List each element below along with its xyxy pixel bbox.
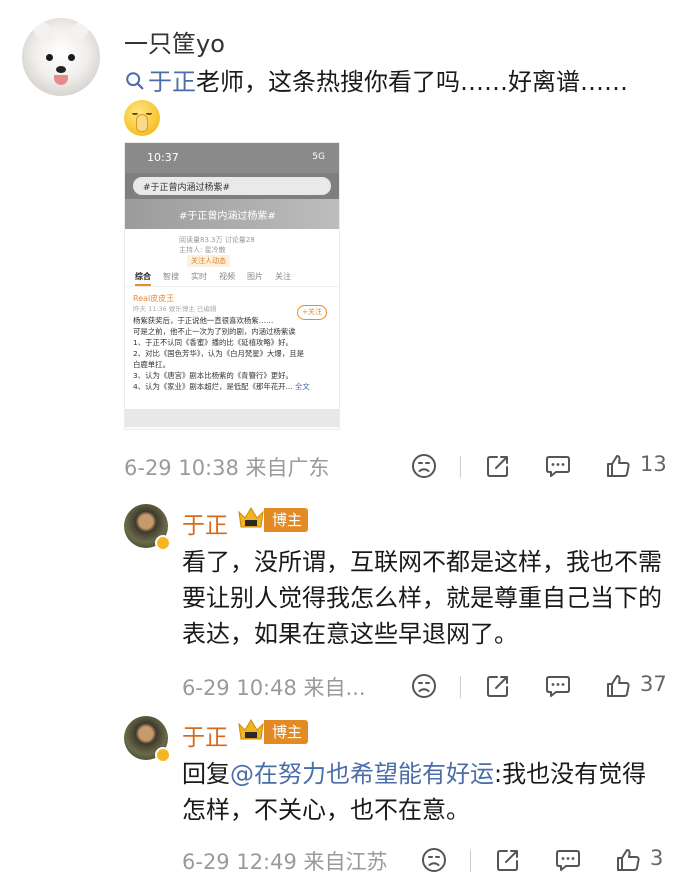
- avatar-nose: [56, 66, 66, 73]
- reply-location: 来自江苏: [303, 850, 388, 874]
- shot-search-box: #于正曾内涵过杨紫#: [133, 177, 331, 195]
- post-location: 来自广东: [245, 456, 330, 480]
- comment-bubble-icon: [556, 850, 580, 871]
- reply-prefix: 回复: [182, 760, 230, 788]
- emoji-eye-right: [146, 112, 152, 115]
- shot-status-signal: 5G: [312, 152, 325, 162]
- like-count: 37: [640, 672, 667, 696]
- mention-link[interactable]: @在努力也希望能有好运: [230, 760, 494, 788]
- shot-tab: 图片: [247, 272, 263, 281]
- reply-avatar[interactable]: [124, 504, 171, 551]
- verified-badge-icon: [155, 535, 171, 551]
- shot-status-time: 10:37: [147, 151, 179, 164]
- shot-search-bar: #于正曾内涵过杨紫#: [125, 173, 339, 199]
- reply-time: 6-29 12:49: [182, 850, 297, 874]
- action-divider: [470, 850, 471, 872]
- action-divider: [460, 676, 461, 698]
- reply-text: 回复@在努力也希望能有好运:我也没有觉得怎样，不关心，也不在意。: [182, 756, 662, 828]
- reply-username[interactable]: 于正: [182, 718, 228, 752]
- reply-text: 看了，没所谓，互联网不都是这样，我也不需要让别人觉得我怎么样，就是尊重自己当下的…: [182, 548, 662, 648]
- emoji-hands: [136, 114, 148, 132]
- blogger-badge: 博主: [264, 508, 309, 532]
- shot-status-bar: 10:37 5G: [125, 143, 339, 173]
- shot-card-user: Real皮皮王: [133, 294, 175, 303]
- shot-tab: 关注: [275, 272, 291, 281]
- share-icon: [497, 850, 518, 871]
- post-meta-row: 6-29 10:38 来自广东 13: [124, 446, 672, 486]
- thumbs-up-icon: [607, 675, 630, 697]
- shot-card-line: 1、于正不认同《香蜜》播的比《延禧攻略》好。: [133, 338, 293, 347]
- reply-meta-row: 6-29 12:49 来自江苏 3: [182, 840, 672, 880]
- user-avatar[interactable]: [22, 18, 100, 96]
- shot-tab: 智搜: [163, 272, 179, 281]
- blogger-badge: 博主: [264, 720, 309, 744]
- post-username[interactable]: 一只筐yo: [124, 24, 225, 59]
- shot-footer: [125, 409, 339, 427]
- frown-face-icon: [412, 674, 436, 698]
- post-time-location: 6-29 10:38 来自广东: [124, 452, 330, 482]
- like-count: 13: [640, 452, 667, 476]
- shot-tab: 实时: [191, 272, 207, 281]
- reply-time: 6-29 10:48: [182, 676, 297, 700]
- crown-icon: [238, 507, 264, 528]
- frown-face-icon: [422, 848, 446, 872]
- reply-meta-row: 6-29 10:48 来自... 37: [182, 666, 672, 706]
- post-time: 6-29 10:38: [124, 456, 239, 480]
- avatar-eye-right: [68, 54, 75, 61]
- shot-tab: 综合: [135, 271, 151, 286]
- reply-avatar[interactable]: [124, 716, 171, 763]
- share-icon: [487, 456, 508, 477]
- shot-topic-banner: #于正曾内涵过杨紫#: [125, 199, 339, 229]
- search-icon: [126, 72, 144, 90]
- avatar-ear-right: [68, 20, 90, 42]
- shot-card-line-last: 4、认为《家业》剧本超烂，是低配《那年花开...: [133, 382, 293, 391]
- shot-card-line: 白鹿单扛。: [133, 360, 170, 369]
- avatar-tongue: [54, 75, 68, 85]
- embedded-screenshot-image[interactable]: 10:37 5G #于正曾内涵过杨紫# #于正曾内涵过杨紫# 阅读量83.3万 …: [124, 142, 340, 430]
- reply-time-location: 6-29 12:49 来自江苏: [182, 846, 388, 876]
- shot-card-line: 可是之前，他不止一次为了别的剧，内涵过杨紫诶: [133, 327, 296, 336]
- verified-badge-icon: [155, 747, 171, 763]
- reply-time-location: 6-29 10:48 来自...: [182, 672, 366, 702]
- prayer-emoji-icon: [124, 100, 160, 136]
- comment-bubble-icon: [546, 676, 570, 697]
- shot-follow-button: +关注: [297, 305, 327, 320]
- topic-link[interactable]: 于正: [124, 68, 196, 96]
- reply-item: 于正 博主 看了，没所谓，互联网不都是这样，我也不需要让别人觉得我怎么样，就是尊…: [124, 504, 672, 674]
- shot-post-card: Real皮皮王 昨天 11:36 娱乐博主 已编辑 +关注 杨紫获奖后，于正说他…: [125, 287, 339, 409]
- shot-full-text-link: 全文: [294, 382, 310, 391]
- post-text: 于正老师，这条热搜你看了吗……好离谱……: [124, 64, 672, 100]
- thumbs-up-icon: [607, 455, 630, 477]
- shot-card-line: 3、认为《唐宫》剧本比杨紫的《青簪行》更好。: [133, 371, 293, 380]
- action-divider: [460, 456, 461, 478]
- reply-username[interactable]: 于正: [182, 506, 228, 540]
- shot-tabs: 综合 智搜 实时 视频 图片 关注: [125, 265, 339, 287]
- shot-tab: 视频: [219, 272, 235, 281]
- avatar-eye-left: [46, 54, 53, 61]
- shot-card-line: 2、对比《国色芳华》，认为《白月梵星》大爆，且是: [133, 349, 304, 358]
- shot-host: 主持人: 星冷散: [179, 246, 226, 254]
- post-body: 老师，这条热搜你看了吗……好离谱……: [196, 68, 628, 96]
- avatar-ear-left: [32, 20, 54, 42]
- shot-read-stats: 阅读量83.3万 讨论量28: [179, 236, 255, 244]
- reply-location: 来自...: [303, 676, 366, 700]
- crown-icon: [238, 719, 264, 740]
- thumbs-up-icon: [617, 849, 640, 871]
- shot-follow-tag: 关注人动态: [187, 255, 230, 267]
- reply-item: 于正 博主 回复@在努力也希望能有好运:我也没有觉得怎样，不关心，也不在意。: [124, 716, 672, 846]
- shot-topic-meta: 阅读量83.3万 讨论量28 主持人: 星冷散 关注人动态: [125, 229, 339, 267]
- frown-face-icon: [412, 454, 436, 478]
- shot-card-line: 4、认为《家业》剧本超烂，是低配《那年花开... 全文: [133, 381, 331, 392]
- share-icon: [487, 676, 508, 697]
- comment-bubble-icon: [546, 456, 570, 477]
- like-count: 3: [650, 846, 664, 870]
- topic-text: 于正: [148, 68, 196, 96]
